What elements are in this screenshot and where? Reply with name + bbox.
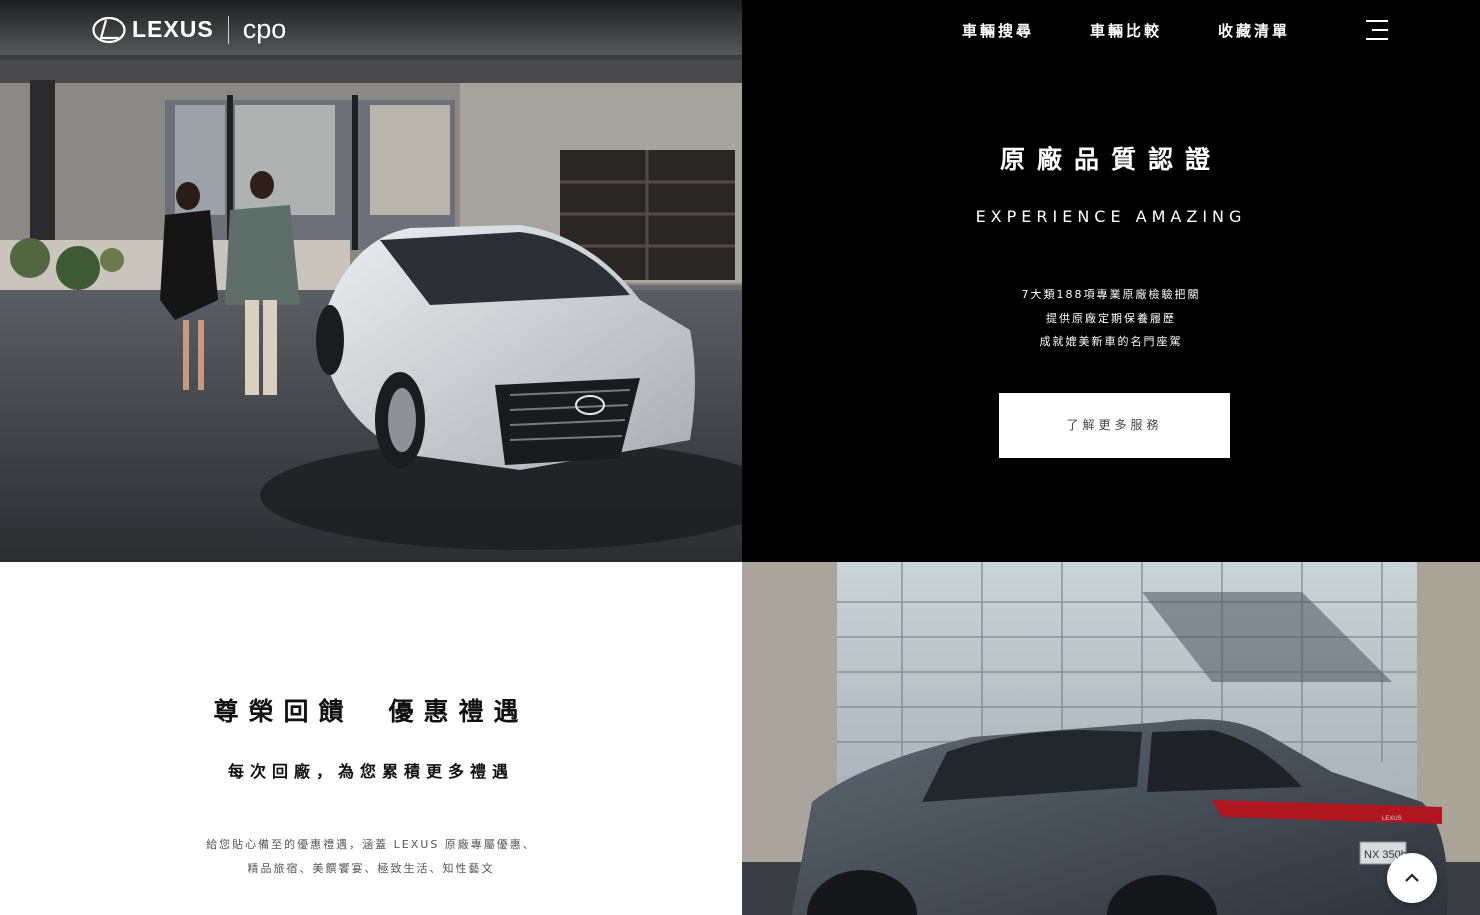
quality-title: 原廠品質認證 [999, 145, 1222, 174]
nav-vehicle-search[interactable]: 車輛搜尋 [962, 20, 1034, 41]
hamburger-menu-icon[interactable] [1364, 19, 1388, 41]
scroll-to-top-button[interactable] [1387, 853, 1437, 903]
suv-image: LEXUS NX 350h [742, 562, 1480, 915]
rewards-panel: 尊榮回饋 優惠禮遇 每次回廠，為您累積更多禮遇 給您貼心備至的優惠禮遇，涵蓋 L… [0, 562, 742, 915]
quality-line: 提供原廠定期保養履歷 [1046, 311, 1176, 325]
site-header: LEXUS cpo 車輛搜尋 車輛比較 收藏清單 [0, 0, 1480, 60]
sedan-hero-image [0, 0, 742, 562]
nav-vehicle-compare[interactable]: 車輛比較 [1090, 20, 1162, 41]
rewards-subtitle: 每次回廠，為您累積更多禮遇 [227, 762, 514, 781]
lexus-emblem-icon [92, 16, 126, 43]
logo-cpo-text: cpo [242, 14, 287, 44]
suv-rear-text: LEXUS [1382, 816, 1402, 822]
quality-description: 7大類188項專業原廠檢驗把關 提供原廠定期保養履歷 成就媲美新車的名門座駕 [742, 283, 1480, 354]
chevron-up-icon [1405, 873, 1419, 882]
quality-line: 7大類188項專業原廠檢驗把關 [1021, 288, 1201, 301]
rewards-line: 給您貼心備至的優惠禮遇，涵蓋 LEXUS 原廠專屬優惠、 [206, 838, 536, 851]
rewards-description: 給您貼心備至的優惠禮遇，涵蓋 LEXUS 原廠專屬優惠、 精品旅宿、美饌饗宴、極… [0, 833, 742, 881]
logo-wordmark: LEXUS [132, 16, 214, 42]
quality-certification-panel: 原廠品質認證 EXPERIENCE AMAZING 7大類188項專業原廠檢驗把… [742, 0, 1480, 562]
logo-divider [227, 15, 229, 44]
quality-line: 成就媲美新車的名門座駕 [1039, 335, 1183, 348]
learn-more-services-button[interactable]: 了解更多服務 [999, 393, 1230, 458]
nav-favorites[interactable]: 收藏清單 [1218, 20, 1290, 41]
main-nav: 車輛搜尋 車輛比較 收藏清單 [962, 20, 1290, 41]
quality-subtitle: EXPERIENCE AMAZING [975, 207, 1247, 226]
rewards-title: 尊榮回饋 優惠禮遇 [213, 697, 529, 726]
lexus-cpo-logo[interactable]: LEXUS cpo [92, 14, 286, 45]
rewards-line: 精品旅宿、美饌饗宴、極致生活、知性藝文 [247, 862, 495, 875]
